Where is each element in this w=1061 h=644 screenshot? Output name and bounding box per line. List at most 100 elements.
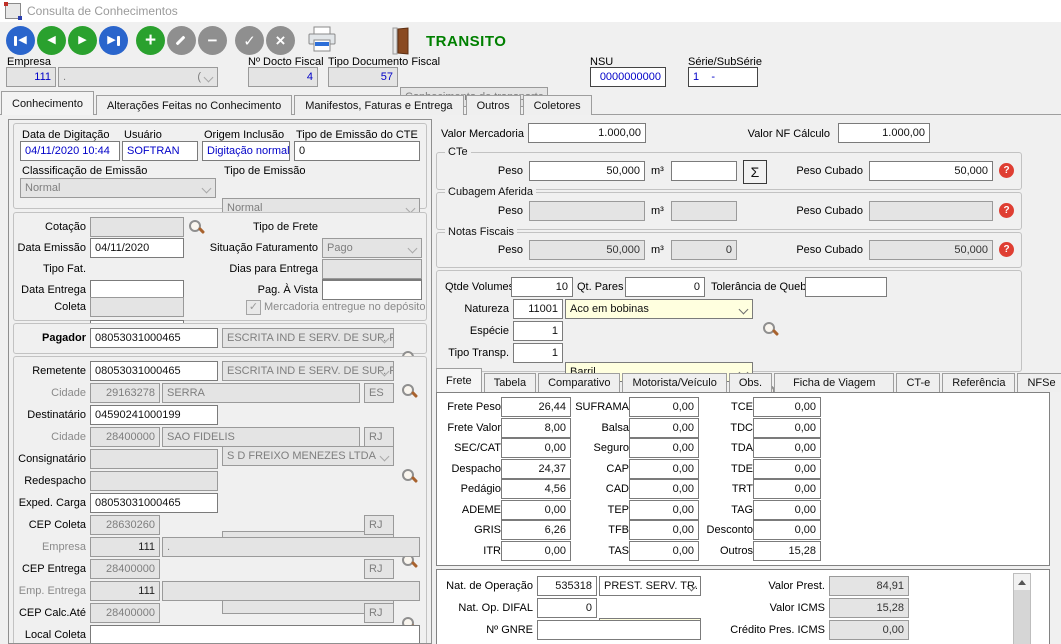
freight-value-field[interactable]: 0,00 bbox=[753, 520, 821, 540]
remetente-code-field[interactable]: 08053031000465 bbox=[90, 361, 218, 381]
freight-frete-valor: Frete Valor8,00 bbox=[439, 418, 571, 439]
freight-value-field[interactable]: 0,00 bbox=[501, 438, 571, 458]
cotacao-field bbox=[90, 217, 184, 237]
serie-field[interactable]: 1 - bbox=[688, 67, 758, 87]
data-emissao-field[interactable]: 04/11/2020 bbox=[90, 238, 184, 258]
freight-value-field[interactable]: 0,00 bbox=[629, 500, 699, 520]
remetente-name-value: ESCRITA IND E SERV. DE SUP. P. bbox=[227, 365, 394, 377]
prev-record-button[interactable]: ◀ bbox=[37, 26, 66, 55]
local-coleta-field[interactable] bbox=[90, 625, 420, 644]
exit-button[interactable] bbox=[392, 27, 410, 58]
cte-m3-field[interactable] bbox=[671, 161, 737, 181]
last-record-button[interactable]: ▶ bbox=[99, 26, 128, 55]
help-icon[interactable]: ? bbox=[999, 163, 1014, 178]
freight-value-field[interactable]: 0,00 bbox=[753, 418, 821, 438]
freight-value-field[interactable]: 0,00 bbox=[629, 418, 699, 438]
title-bar: Consulta de Conhecimentos bbox=[0, 0, 1061, 22]
cidade-destinatario-code-field: 28400000 bbox=[90, 427, 160, 447]
freight-value-field[interactable]: 0,00 bbox=[629, 438, 699, 458]
subtab-cte[interactable]: CT-e bbox=[896, 373, 940, 392]
freight-value-field[interactable]: 4,56 bbox=[501, 479, 571, 499]
subtab-tabela[interactable]: Tabela bbox=[484, 373, 536, 392]
notas-fiscais-group-legend: Notas Fiscais bbox=[445, 226, 517, 238]
subtab-nfse[interactable]: NFSe bbox=[1017, 373, 1061, 392]
freight-value-field[interactable]: 0,00 bbox=[629, 541, 699, 561]
tab-alteracoes[interactable]: Alterações Feitas no Conhecimento bbox=[96, 95, 292, 115]
nat-op-difal-code-field[interactable]: 0 bbox=[537, 598, 597, 618]
tipo-transp-code-field[interactable]: 1 bbox=[513, 343, 563, 363]
chevron-down-icon bbox=[202, 184, 212, 194]
freight-value-field[interactable]: 0,00 bbox=[753, 397, 821, 417]
pagador-code-field[interactable]: 08053031000465 bbox=[90, 328, 218, 348]
cancel-button[interactable]: × bbox=[266, 26, 295, 55]
gnre-field[interactable] bbox=[537, 620, 701, 640]
nat-operacao-combo[interactable]: PREST. SERV. TR. bbox=[599, 576, 701, 596]
freight-value-field[interactable]: 0,00 bbox=[753, 438, 821, 458]
cep-calc-code-field: 28400000 bbox=[90, 603, 160, 623]
confirm-button[interactable]: ✓ bbox=[235, 26, 264, 55]
coleta-label: Coleta bbox=[14, 301, 86, 313]
next-record-button[interactable]: ▶ bbox=[68, 26, 97, 55]
freight-value-field[interactable]: 26,44 bbox=[501, 397, 571, 417]
freight-value-field[interactable]: 8,00 bbox=[501, 418, 571, 438]
subtab-ficha-viagem[interactable]: Ficha de Viagem bbox=[774, 373, 894, 392]
destinatario-code-field[interactable]: 04590241000199 bbox=[90, 405, 218, 425]
pag-vista-field[interactable] bbox=[322, 280, 422, 300]
add-button[interactable]: + bbox=[136, 26, 165, 55]
search-icon[interactable] bbox=[400, 467, 418, 485]
natureza-value: Aco em bobinas bbox=[570, 303, 649, 315]
freight-value-field[interactable]: 0,00 bbox=[629, 397, 699, 417]
freight-value-field[interactable]: 0,00 bbox=[753, 500, 821, 520]
freight-value-field[interactable]: 0,00 bbox=[753, 479, 821, 499]
tolerancia-field[interactable] bbox=[805, 277, 887, 297]
sub-tab-bar: Frete Tabela Comparativo Motorista/Veícu… bbox=[436, 369, 1061, 392]
tab-coletores[interactable]: Coletores bbox=[523, 95, 592, 115]
freight-value-field[interactable]: 0,00 bbox=[501, 500, 571, 520]
cte-peso-cubado-label: Peso Cubado bbox=[773, 165, 863, 177]
search-icon[interactable] bbox=[761, 320, 779, 338]
scroll-up-button[interactable] bbox=[1014, 574, 1030, 590]
natureza-combo[interactable]: Aco em bobinas bbox=[565, 299, 753, 319]
first-record-button[interactable]: ◀ bbox=[6, 26, 35, 55]
valor-mercadoria-field[interactable]: 1.000,00 bbox=[528, 123, 646, 143]
qt-pares-field[interactable]: 0 bbox=[625, 277, 705, 297]
delete-button[interactable]: − bbox=[198, 26, 227, 55]
vertical-scrollbar[interactable] bbox=[1013, 573, 1031, 644]
tab-conhecimento[interactable]: Conhecimento bbox=[1, 91, 94, 115]
edit-button[interactable] bbox=[167, 26, 196, 55]
freight-value-field[interactable]: 0,00 bbox=[629, 459, 699, 479]
gnre-label: Nº GNRE bbox=[445, 624, 533, 636]
help-icon[interactable]: ? bbox=[999, 203, 1014, 218]
valor-nf-field[interactable]: 1.000,00 bbox=[838, 123, 930, 143]
print-button[interactable] bbox=[306, 26, 338, 56]
tab-manifestos[interactable]: Manifestos, Faturas e Entrega bbox=[294, 95, 463, 115]
exped-carga-code-field[interactable]: 08053031000465 bbox=[90, 493, 218, 513]
freight-value-field[interactable]: 0,00 bbox=[629, 479, 699, 499]
sum-button[interactable]: Σ bbox=[743, 160, 767, 184]
nat-operacao-code-field[interactable]: 535318 bbox=[537, 576, 597, 596]
tab-outros[interactable]: Outros bbox=[466, 95, 521, 115]
help-icon[interactable]: ? bbox=[999, 242, 1014, 257]
cte-peso-field[interactable]: 50,000 bbox=[529, 161, 645, 181]
search-icon[interactable] bbox=[400, 382, 418, 400]
freight-value-field[interactable]: 0,00 bbox=[753, 459, 821, 479]
search-icon[interactable] bbox=[187, 218, 205, 236]
subtab-referencia[interactable]: Referência bbox=[942, 373, 1015, 392]
freight-value-field[interactable]: 0,00 bbox=[629, 520, 699, 540]
qtde-volumes-field[interactable]: 10 bbox=[511, 277, 573, 297]
freight-label: Pedágio bbox=[439, 483, 501, 495]
subtab-obs[interactable]: Obs. bbox=[729, 373, 772, 392]
freight-value-field[interactable]: 24,37 bbox=[501, 459, 571, 479]
cte-peso-cubado-field[interactable]: 50,000 bbox=[869, 161, 993, 181]
natureza-code-field[interactable]: 11001 bbox=[513, 299, 563, 319]
nsu-field[interactable]: 0000000000 bbox=[590, 67, 666, 87]
subtab-comparativo[interactable]: Comparativo bbox=[538, 373, 620, 392]
freight-value-field[interactable]: 6,26 bbox=[501, 520, 571, 540]
especie-code-field[interactable]: 1 bbox=[513, 321, 563, 341]
subtab-frete[interactable]: Frete bbox=[436, 368, 482, 392]
cep-entrega-code-field: 28400000 bbox=[90, 559, 160, 579]
freight-value-field[interactable]: 15,28 bbox=[753, 541, 821, 561]
freight-label: TAS bbox=[575, 545, 629, 557]
freight-value-field[interactable]: 0,00 bbox=[501, 541, 571, 561]
subtab-motorista-veiculo[interactable]: Motorista/Veículo bbox=[622, 373, 726, 392]
